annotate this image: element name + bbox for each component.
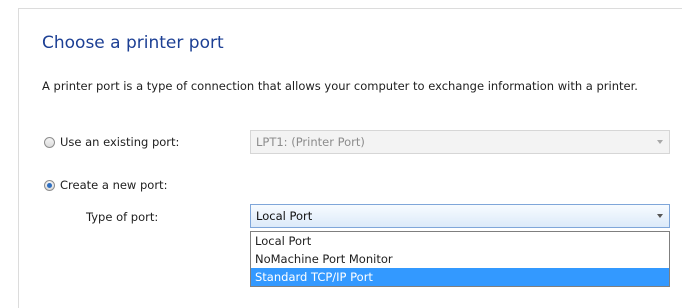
create-new-port-label: Create a new port: — [60, 178, 168, 192]
chevron-down-icon[interactable] — [657, 214, 663, 218]
existing-port-select: LPT1: (Printer Port) — [250, 130, 670, 154]
port-type-value: Local Port — [256, 209, 313, 223]
dropdown-option-local-port[interactable]: Local Port — [251, 232, 669, 250]
port-type-dropdown-list: Local Port NoMachine Port Monitor Standa… — [250, 231, 670, 287]
radio-checked-icon[interactable] — [44, 179, 55, 191]
dropdown-option-nomachine[interactable]: NoMachine Port Monitor — [251, 250, 669, 268]
use-existing-port-label: Use an existing port: — [60, 135, 180, 149]
dropdown-option-tcpip[interactable]: Standard TCP/IP Port — [251, 268, 669, 286]
use-existing-port-radio[interactable]: Use an existing port: — [44, 135, 179, 149]
radio-unchecked-icon[interactable] — [44, 136, 55, 148]
page-title: Choose a printer port — [42, 33, 224, 53]
chevron-down-icon — [657, 140, 663, 144]
type-of-port-label: Type of port: — [86, 210, 159, 224]
existing-port-value: LPT1: (Printer Port) — [256, 135, 365, 149]
page-description: A printer port is a type of connection t… — [42, 79, 638, 93]
port-type-select[interactable]: Local Port — [250, 204, 670, 228]
create-new-port-radio[interactable]: Create a new port: — [44, 178, 167, 192]
